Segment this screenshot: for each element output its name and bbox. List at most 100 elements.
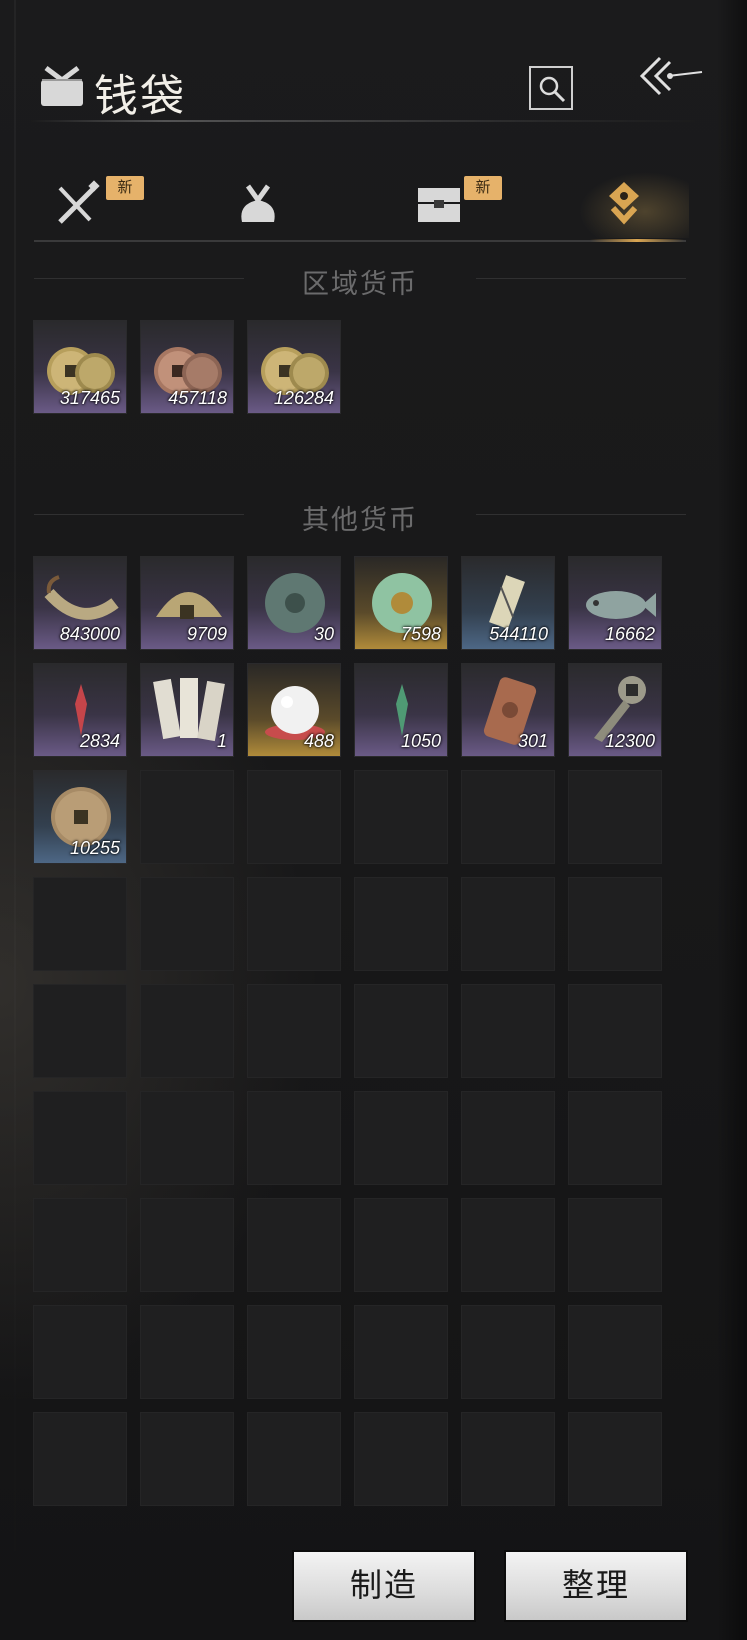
empty-slot [140, 1412, 234, 1506]
currency-slot[interactable]: 301 [461, 663, 555, 757]
empty-slot [461, 1412, 555, 1506]
tab-bag[interactable] [214, 172, 324, 238]
empty-slot [568, 877, 662, 971]
sort-button[interactable]: 整理 [506, 1552, 686, 1620]
panel-shadow [717, 0, 747, 1640]
empty-slot [354, 877, 448, 971]
craft-button[interactable]: 制造 [294, 1552, 474, 1620]
section-label: 其他货币 [302, 505, 418, 536]
empty-slot [461, 984, 555, 1078]
empty-slot [568, 770, 662, 864]
empty-slot [354, 1198, 448, 1292]
section-other-heading: 其他货币 [34, 494, 686, 536]
tab-weapons[interactable]: 新 [34, 172, 144, 238]
item-count: 457118 [168, 388, 227, 408]
empty-slot [33, 1305, 127, 1399]
inventory-screen: 钱袋 新 新 区域货币 317465 457118 126284 其他货币 84… [0, 0, 747, 1640]
empty-slot [568, 1091, 662, 1185]
empty-slot [140, 984, 234, 1078]
header: 钱袋 [0, 0, 747, 130]
active-tab-indicator [590, 239, 684, 242]
item-count: 7598 [400, 624, 441, 644]
item-count: 301 [517, 731, 548, 751]
empty-slot [33, 1412, 127, 1506]
empty-slot [247, 770, 341, 864]
empty-slot [461, 1305, 555, 1399]
currency-slot[interactable]: 1050 [354, 663, 448, 757]
item-count: 126284 [273, 388, 334, 408]
empty-slot [354, 770, 448, 864]
item-count: 12300 [604, 731, 655, 751]
new-badge: 新 [464, 176, 502, 200]
item-count: 488 [303, 731, 334, 751]
item-count: 10255 [69, 838, 120, 858]
currency-slot[interactable]: 1 [140, 663, 234, 757]
item-count: 30 [313, 624, 334, 644]
currency-slot[interactable]: 7598 [354, 556, 448, 650]
empty-slot [354, 1091, 448, 1185]
empty-slot [461, 877, 555, 971]
currency-slot[interactable]: 457118 [140, 320, 234, 414]
empty-slot [247, 1305, 341, 1399]
empty-slot [33, 1091, 127, 1185]
section-label: 区域货币 [302, 269, 418, 300]
currency-slot[interactable]: 10255 [33, 770, 127, 864]
page-title: 钱袋 [94, 71, 186, 122]
new-badge: 新 [106, 176, 144, 200]
empty-slot [140, 877, 234, 971]
tabs-divider [34, 240, 686, 242]
currency-slot[interactable]: 544110 [461, 556, 555, 650]
empty-slot [354, 1412, 448, 1506]
empty-slot [354, 1305, 448, 1399]
empty-slot [568, 1412, 662, 1506]
item-count: 9709 [186, 624, 227, 644]
back-arrow-icon [639, 56, 703, 96]
item-count: 317465 [59, 388, 120, 408]
tab-currency[interactable] [579, 172, 689, 238]
empty-slot [33, 984, 127, 1078]
currency-slot[interactable]: 317465 [33, 320, 127, 414]
purse-icon [38, 64, 86, 108]
search-button[interactable] [529, 66, 573, 110]
search-icon [539, 76, 566, 103]
empty-slot [140, 770, 234, 864]
currency-slot[interactable]: 843000 [33, 556, 127, 650]
empty-slot [33, 1198, 127, 1292]
currency-slot[interactable]: 30 [247, 556, 341, 650]
empty-slot [140, 1198, 234, 1292]
currency-slot[interactable]: 488 [247, 663, 341, 757]
empty-slot [461, 770, 555, 864]
item-count: 16662 [604, 624, 655, 644]
currency-slot[interactable]: 126284 [247, 320, 341, 414]
empty-slot [354, 984, 448, 1078]
header-divider [30, 120, 700, 122]
heading-rule [476, 514, 686, 515]
bundle-icon [241, 184, 275, 222]
empty-slot [247, 984, 341, 1078]
empty-slot [33, 877, 127, 971]
currency-slot[interactable]: 9709 [140, 556, 234, 650]
currency-slot[interactable]: 16662 [568, 556, 662, 650]
empty-slot [461, 1091, 555, 1185]
currency-slot[interactable]: 12300 [568, 663, 662, 757]
heading-rule [476, 278, 686, 279]
empty-slot [140, 1091, 234, 1185]
crossed-swords-icon [58, 180, 100, 224]
item-count: 843000 [59, 624, 120, 644]
currency-slot[interactable]: 2834 [33, 663, 127, 757]
category-tabs: 新 新 [34, 172, 689, 242]
item-count: 1 [216, 731, 227, 751]
chest-icon [418, 188, 460, 222]
item-count: 2834 [79, 731, 120, 751]
item-count: 1050 [400, 731, 441, 751]
empty-slot [247, 1091, 341, 1185]
empty-slot [247, 1198, 341, 1292]
empty-slot [461, 1198, 555, 1292]
back-button[interactable] [638, 54, 704, 98]
empty-slot [247, 877, 341, 971]
item-count: 544110 [489, 624, 548, 644]
tab-chest[interactable]: 新 [394, 172, 504, 238]
empty-slot [568, 1305, 662, 1399]
empty-slot [568, 984, 662, 1078]
panel-edge [14, 0, 16, 1640]
